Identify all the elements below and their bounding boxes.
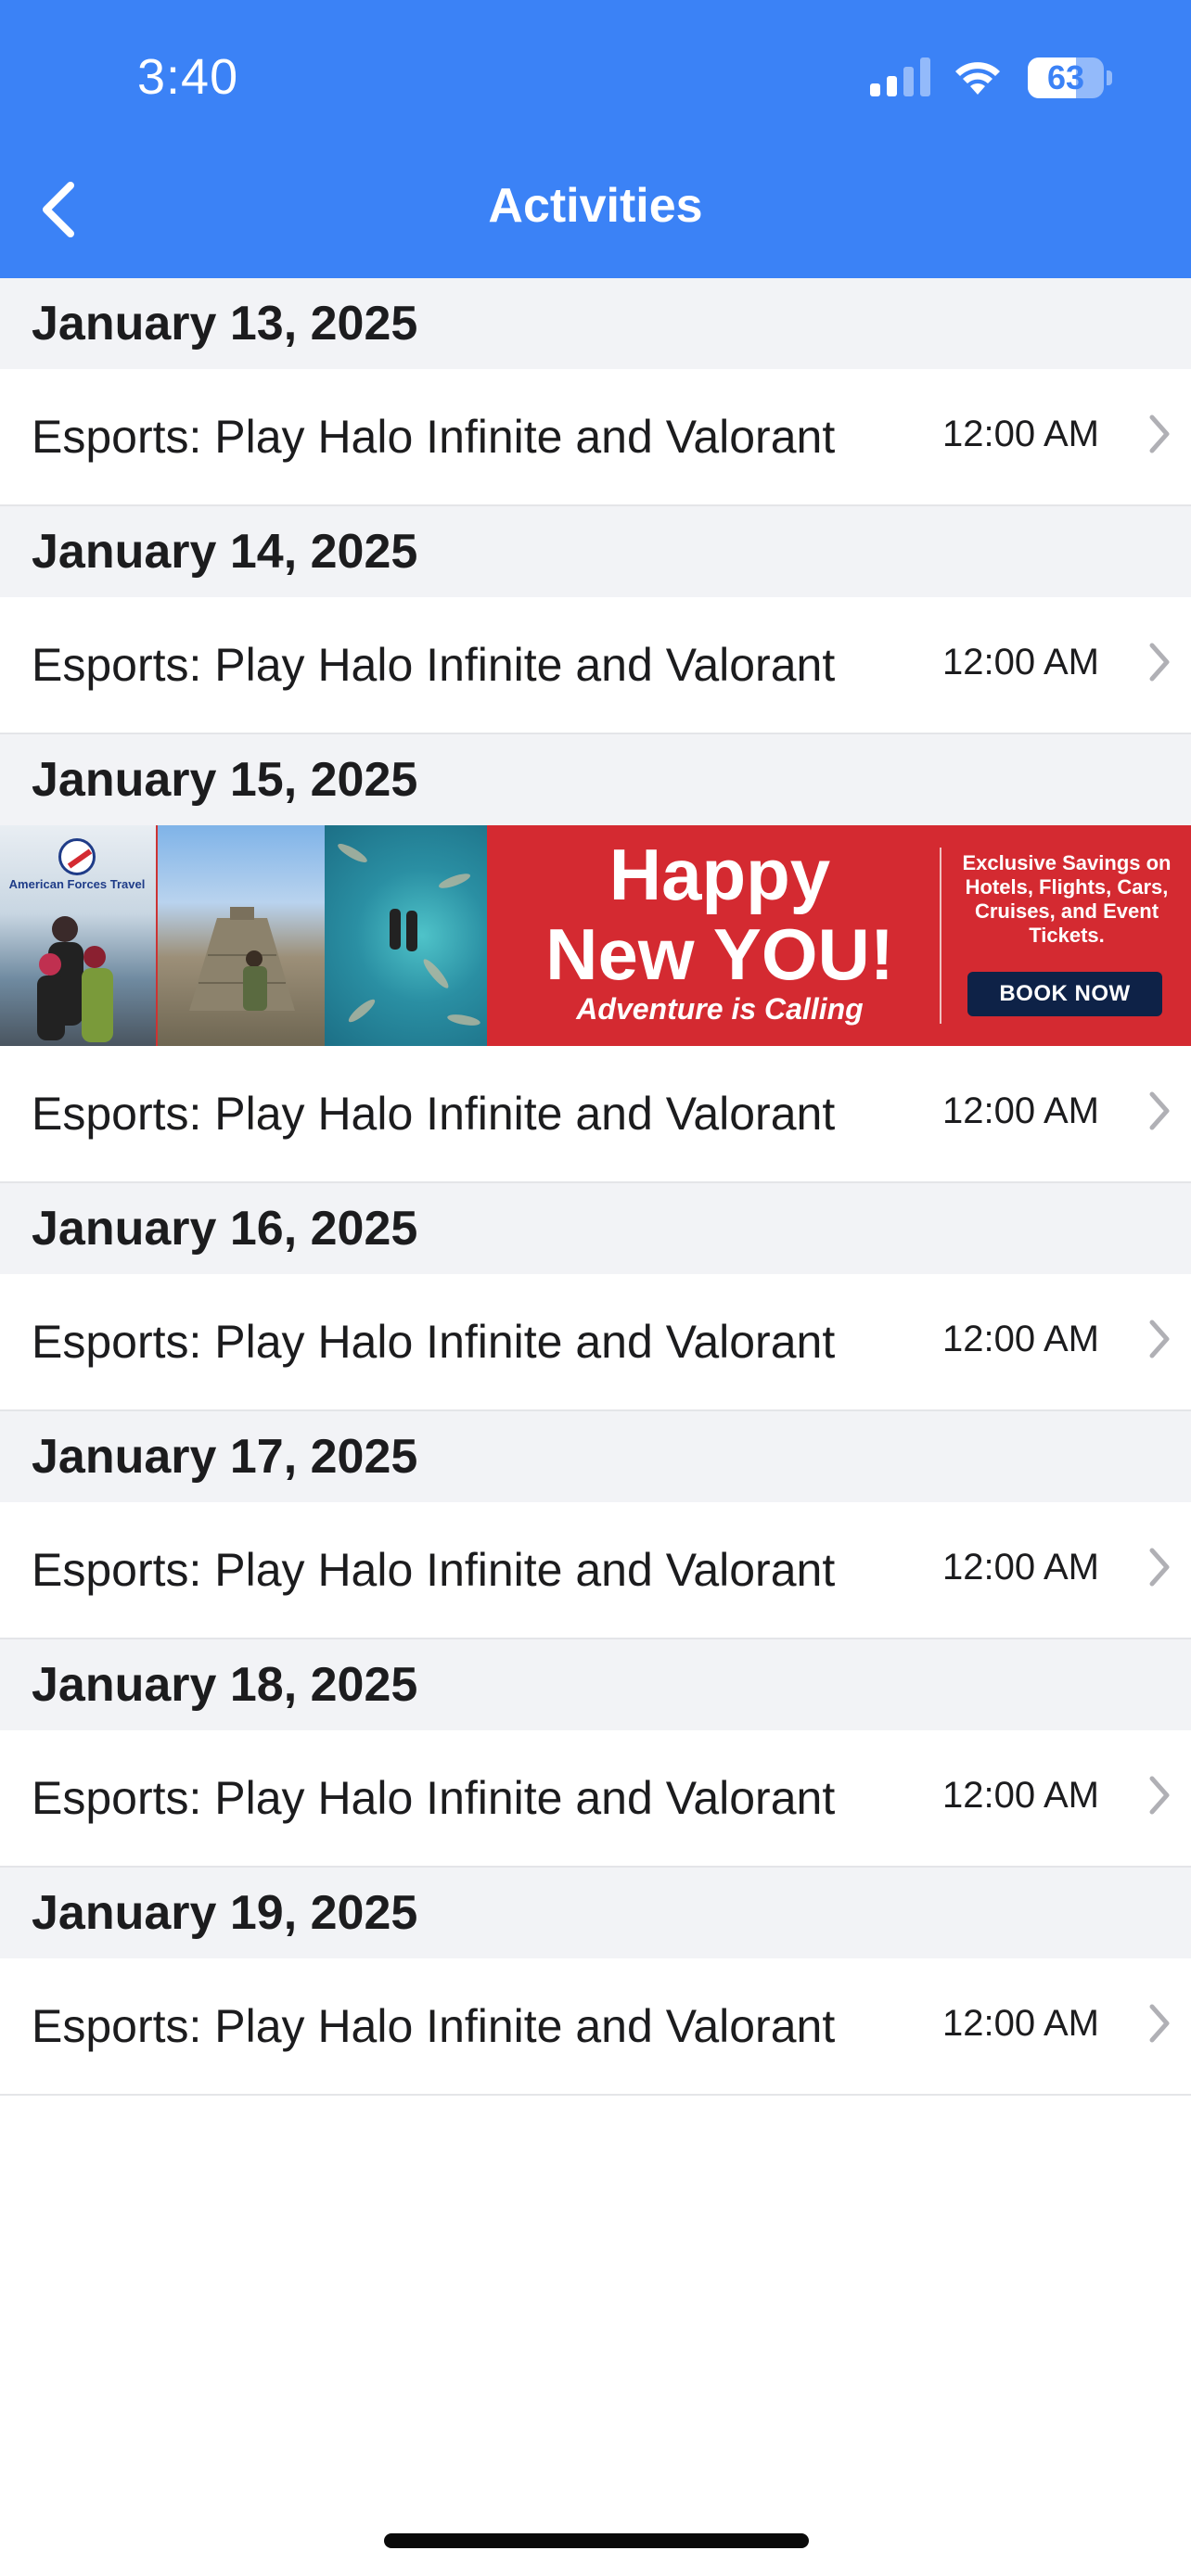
activity-time: 12:00 AM bbox=[942, 1547, 1100, 1588]
chevron-right-icon bbox=[1149, 2004, 1170, 2043]
american-forces-travel-logo: American Forces Travel bbox=[7, 838, 147, 891]
activity-title: Esports: Play Halo Infinite and Valorant bbox=[32, 2000, 836, 2052]
activity-title: Esports: Play Halo Infinite and Valorant bbox=[32, 1544, 836, 1596]
date-header: January 17, 2025 bbox=[0, 1411, 1191, 1502]
ad-logo-text: American Forces Travel bbox=[8, 877, 146, 891]
date-header: January 13, 2025 bbox=[0, 278, 1191, 369]
activity-time: 12:00 AM bbox=[942, 1319, 1100, 1359]
activity-row[interactable]: Esports: Play Halo Infinite and Valorant… bbox=[0, 1502, 1191, 1639]
activity-time: 12:00 AM bbox=[942, 414, 1100, 454]
ad-photo-snorkel bbox=[325, 825, 487, 1046]
chevron-right-icon bbox=[1149, 643, 1170, 682]
activity-time: 12:00 AM bbox=[942, 1090, 1100, 1131]
ad-banner[interactable]: American Forces Travel Happy New YOU! Ad… bbox=[0, 825, 1191, 1046]
date-header: January 18, 2025 bbox=[0, 1639, 1191, 1730]
activity-row[interactable]: Esports: Play Halo Infinite and Valorant… bbox=[0, 1274, 1191, 1411]
activities-list: January 13, 2025 Esports: Play Halo Infi… bbox=[0, 278, 1191, 2096]
chevron-right-icon bbox=[1149, 1091, 1170, 1130]
header-bar: 3:40 63 Activities bbox=[0, 0, 1191, 278]
ad-photo-pyramid bbox=[156, 825, 325, 1046]
activity-title: Esports: Play Halo Infinite and Valorant bbox=[32, 1088, 836, 1140]
home-indicator[interactable] bbox=[384, 2533, 809, 2548]
activity-time: 12:00 AM bbox=[942, 1775, 1100, 1816]
wifi-icon bbox=[955, 62, 1000, 95]
ad-headline-line2: New YOU! bbox=[545, 913, 894, 995]
activity-title: Esports: Play Halo Infinite and Valorant bbox=[32, 1316, 836, 1368]
page-title: Activities bbox=[488, 179, 703, 233]
chevron-right-icon bbox=[1149, 1548, 1170, 1587]
battery-icon: 63 bbox=[1028, 57, 1112, 98]
activity-time: 12:00 AM bbox=[942, 2003, 1100, 2044]
activity-row[interactable]: Esports: Play Halo Infinite and Valorant… bbox=[0, 1730, 1191, 1868]
date-header: January 19, 2025 bbox=[0, 1868, 1191, 1958]
activity-row[interactable]: Esports: Play Halo Infinite and Valorant… bbox=[0, 369, 1191, 506]
date-header: January 16, 2025 bbox=[0, 1183, 1191, 1274]
ad-headline: Happy New YOU! bbox=[502, 835, 938, 994]
date-header: January 14, 2025 bbox=[0, 506, 1191, 597]
activity-row[interactable]: Esports: Play Halo Infinite and Valorant… bbox=[0, 597, 1191, 734]
activity-row[interactable]: Esports: Play Halo Infinite and Valorant… bbox=[0, 1046, 1191, 1183]
chevron-right-icon bbox=[1149, 1320, 1170, 1358]
date-header: January 15, 2025 bbox=[0, 734, 1191, 825]
activity-title: Esports: Play Halo Infinite and Valorant bbox=[32, 411, 836, 463]
ad-photo-family: American Forces Travel bbox=[0, 825, 156, 1046]
chevron-right-icon bbox=[1149, 1776, 1170, 1815]
activity-time: 12:00 AM bbox=[942, 642, 1100, 682]
activity-title: Esports: Play Halo Infinite and Valorant bbox=[32, 639, 836, 691]
battery-level: 63 bbox=[1046, 58, 1085, 96]
cellular-signal-icon bbox=[870, 57, 930, 96]
ad-savings-text: Exclusive Savings on Hotels, Flights, Ca… bbox=[962, 851, 1172, 947]
ad-headline-line1: Happy bbox=[608, 834, 831, 915]
book-now-button[interactable]: BOOK NOW bbox=[967, 972, 1162, 1016]
ad-red-panel: Happy New YOU! Adventure is Calling Excl… bbox=[487, 825, 1191, 1046]
activity-row[interactable]: Esports: Play Halo Infinite and Valorant… bbox=[0, 1958, 1191, 2096]
chevron-right-icon bbox=[1149, 414, 1170, 453]
status-time: 3:40 bbox=[137, 49, 239, 105]
pyramid-image bbox=[189, 907, 295, 1011]
ad-tagline: Adventure is Calling bbox=[576, 992, 864, 1026]
people-image bbox=[37, 916, 113, 1042]
ad-divider bbox=[940, 848, 941, 1024]
activity-title: Esports: Play Halo Infinite and Valorant bbox=[32, 1772, 836, 1824]
